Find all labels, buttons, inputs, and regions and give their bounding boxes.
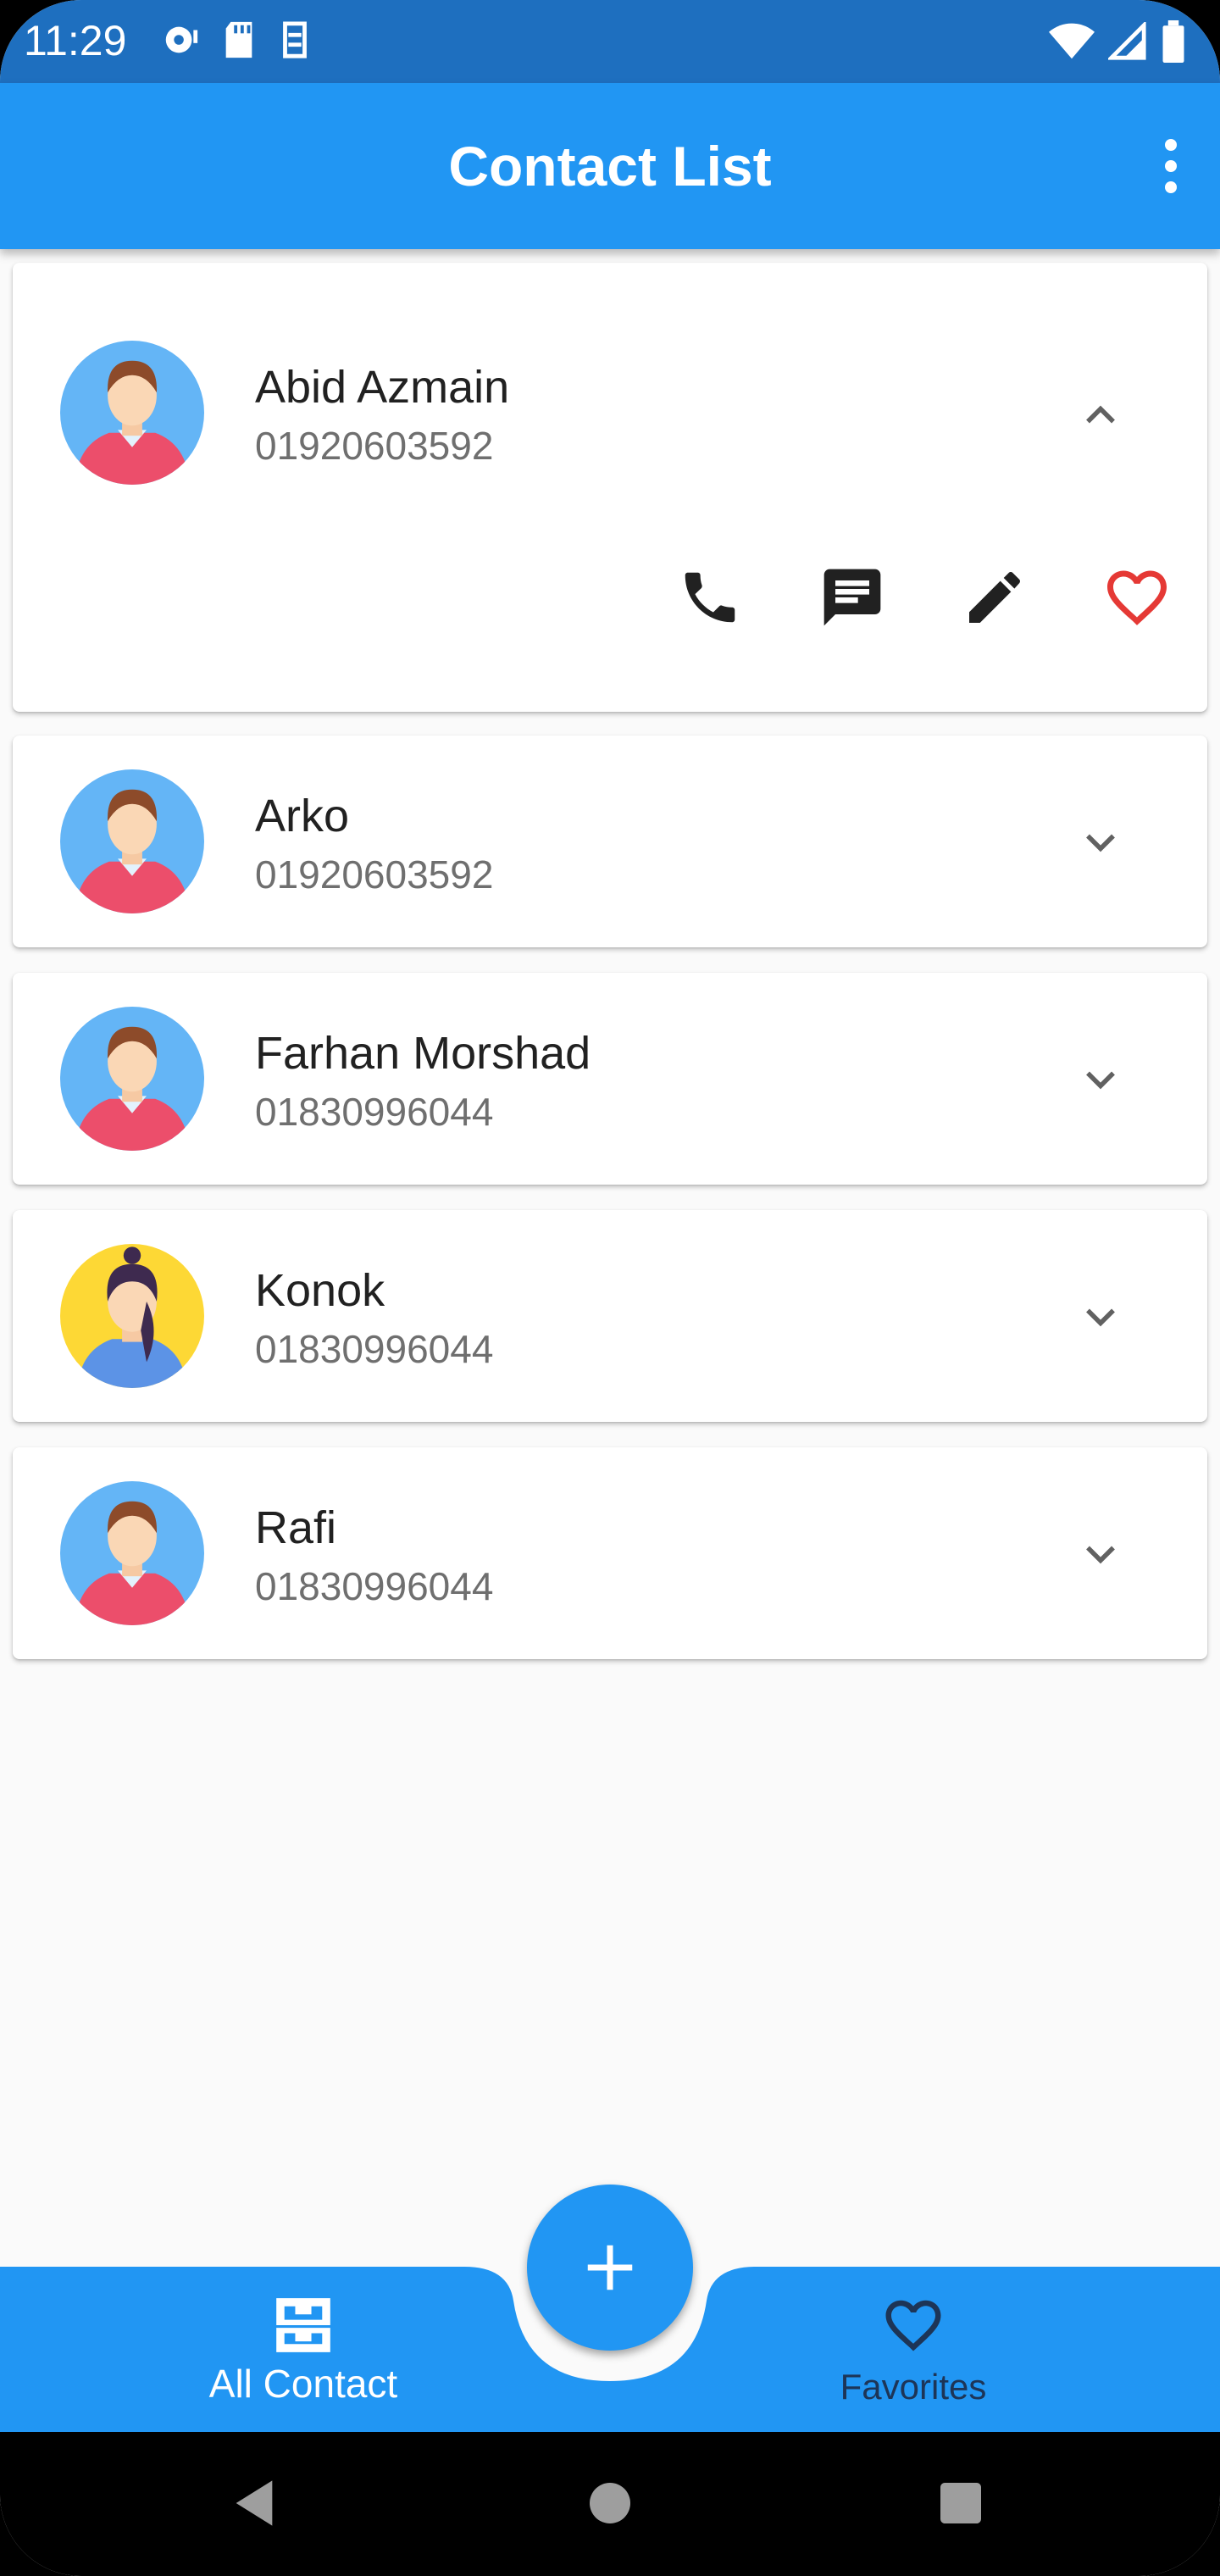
sd-card-icon <box>225 21 252 58</box>
battery-icon <box>1162 20 1184 63</box>
contact-phone: 01920603592 <box>255 852 494 897</box>
contact-card[interactable]: Konok 01830996044 <box>13 1210 1207 1422</box>
male-avatar <box>60 769 204 913</box>
more-vert-icon[interactable] <box>1156 139 1186 193</box>
sim-icon <box>283 21 307 58</box>
message-icon[interactable] <box>814 559 890 636</box>
app-bar: Contact List <box>0 83 1220 249</box>
male-avatar <box>60 1007 204 1151</box>
contact-name: Farhan Morshad <box>255 1028 591 1079</box>
nav-item-all-contact[interactable]: All Contact <box>134 2267 473 2432</box>
status-time: 11:29 <box>24 17 127 64</box>
inbox-icon <box>276 2298 330 2352</box>
phone-icon[interactable] <box>672 559 748 636</box>
status-left-icons <box>161 20 312 59</box>
female-avatar <box>60 1244 204 1388</box>
contact-name: Konok <box>255 1265 385 1316</box>
chevron-down-icon[interactable] <box>1075 1291 1126 1342</box>
nav-item-favorites[interactable]: Favorites <box>744 2267 1083 2432</box>
contact-phone: 01920603592 <box>255 424 494 468</box>
male-avatar <box>60 1481 204 1625</box>
contact-phone: 01830996044 <box>255 1090 494 1134</box>
add-icon <box>587 2245 633 2290</box>
contact-phone: 01830996044 <box>255 1564 494 1608</box>
edit-icon[interactable] <box>957 559 1033 636</box>
home-icon[interactable] <box>583 2476 637 2530</box>
chevron-down-icon[interactable] <box>1075 817 1126 868</box>
status-bar: 11:29 <box>0 0 1220 83</box>
screen: 11:29 Contact List Abid Azmain 019206035… <box>0 0 1220 2576</box>
recents-icon[interactable] <box>934 2476 988 2530</box>
app-title: Contact List <box>448 135 772 197</box>
status-right-icons <box>1049 20 1186 63</box>
contact-name: Abid Azmain <box>255 362 510 413</box>
contact-card[interactable]: Abid Azmain 01920603592 <box>13 263 1207 712</box>
system-navigation-bar <box>0 2432 1220 2576</box>
nav-label-all-contact: All Contact <box>208 2362 398 2406</box>
add-contact-button[interactable] <box>527 2185 693 2351</box>
chevron-down-icon[interactable] <box>1075 1054 1126 1105</box>
chevron-up-icon[interactable] <box>1075 390 1126 441</box>
wifi-icon <box>1049 23 1095 59</box>
favorite-border-icon[interactable] <box>1099 559 1175 636</box>
contact-name: Rafi <box>255 1502 337 1553</box>
chevron-down-icon[interactable] <box>1075 1529 1126 1579</box>
contact-card[interactable]: Rafi 01830996044 <box>13 1447 1207 1659</box>
contact-name: Arko <box>255 791 350 841</box>
heart-icon <box>885 2300 941 2351</box>
contact-actions <box>13 559 1207 644</box>
contact-card[interactable]: Farhan Morshad 01830996044 <box>13 973 1207 1185</box>
contact-card[interactable]: Arko 01920603592 <box>13 736 1207 947</box>
signal-icon <box>1108 22 1146 60</box>
nav-label-favorites: Favorites <box>840 2367 987 2407</box>
media-icon <box>165 26 198 53</box>
back-icon[interactable] <box>227 2476 281 2530</box>
male-avatar <box>60 341 204 485</box>
contact-phone: 01830996044 <box>255 1327 494 1371</box>
